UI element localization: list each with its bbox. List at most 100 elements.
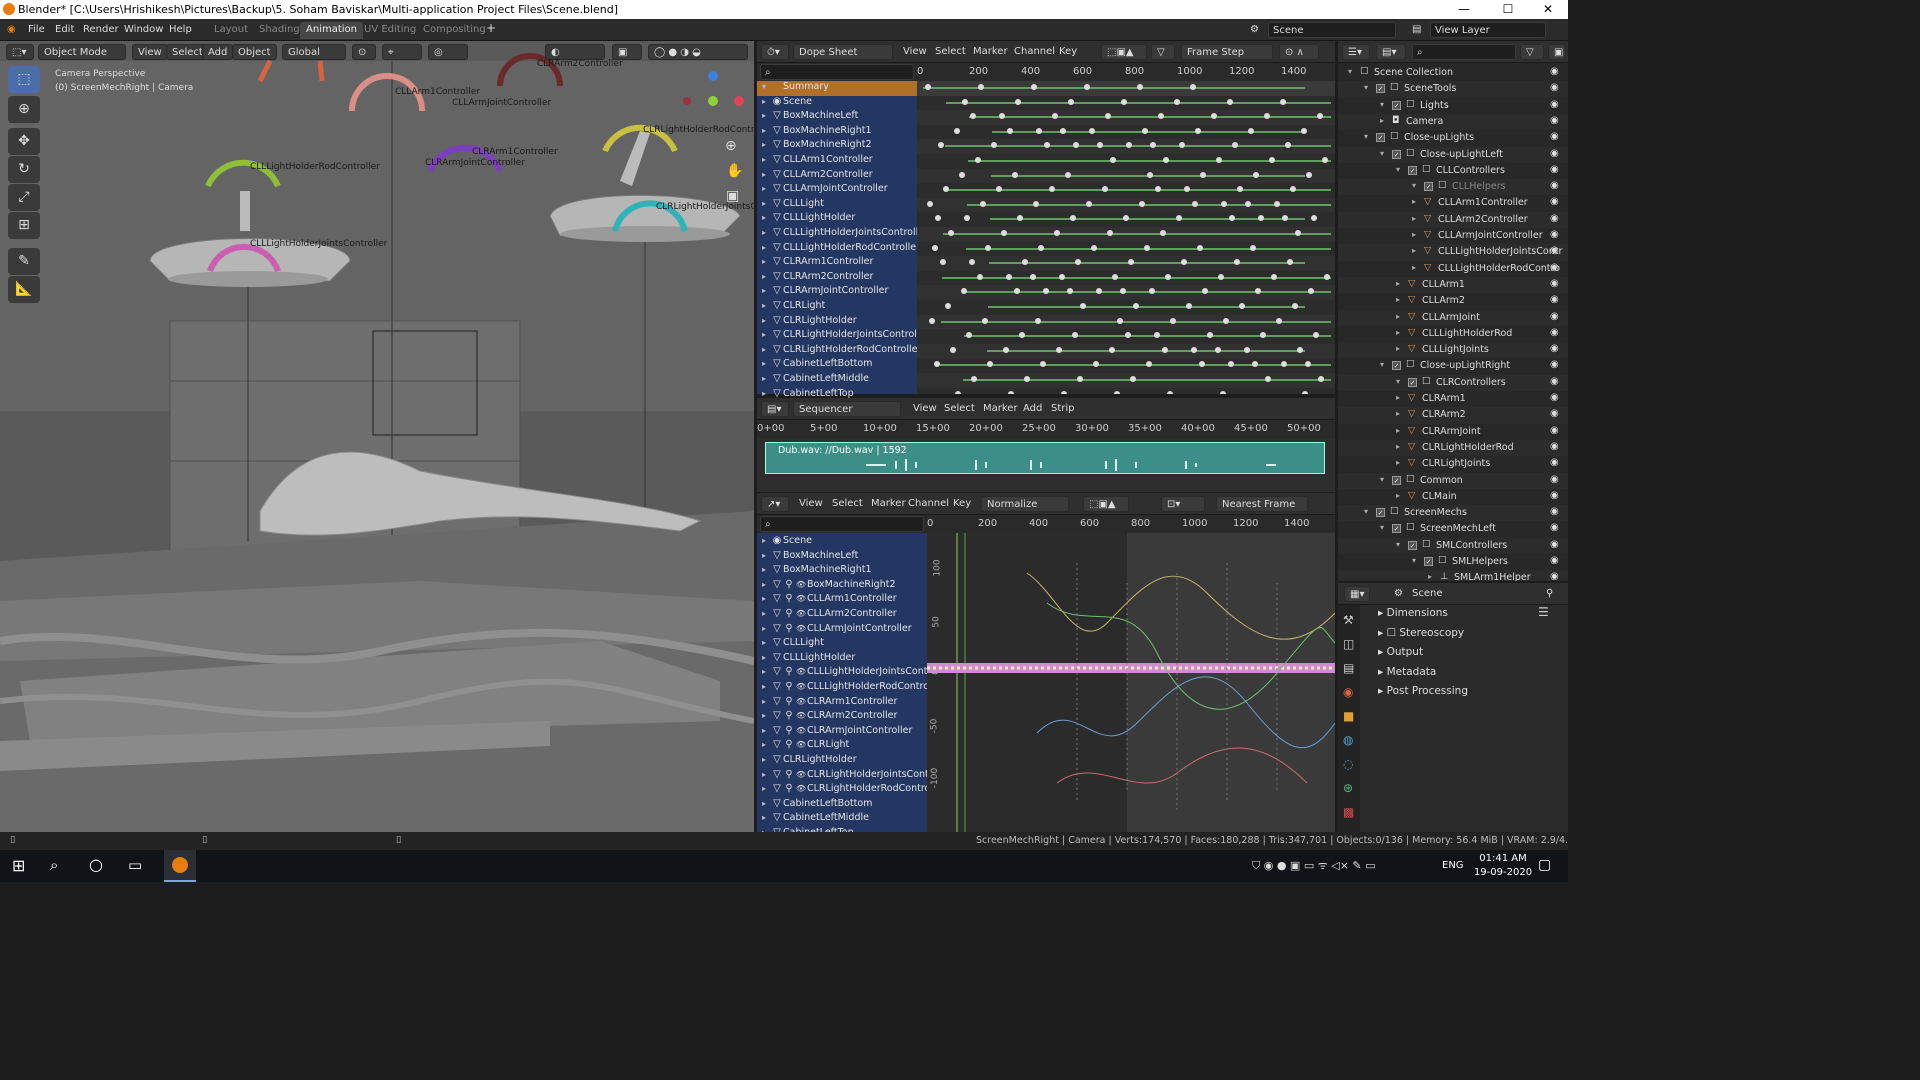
keyframe-icon[interactable] (932, 244, 938, 251)
visibility-eye-icon[interactable]: 👁 (795, 594, 807, 603)
dopesheet-menu-key[interactable]: Key (1059, 46, 1077, 57)
expand-arrow-icon[interactable]: ▸ (757, 638, 771, 647)
notification-icon[interactable]: ▢ (1538, 857, 1551, 873)
keyframe-icon[interactable] (1258, 215, 1264, 222)
keyframe-icon[interactable] (943, 186, 949, 193)
keyframe-icon[interactable] (1086, 200, 1092, 207)
visibility-eye-icon[interactable]: ◉ (1550, 164, 1559, 175)
keyframe-icon[interactable] (940, 259, 946, 266)
expand-arrow-icon[interactable]: ▸ (757, 711, 771, 720)
keyframe-icon[interactable] (1006, 273, 1012, 280)
visibility-eye-icon[interactable]: ◉ (1550, 196, 1559, 207)
annotate-tool-icon[interactable]: ✎ (8, 248, 40, 275)
keyframe-icon[interactable] (1001, 230, 1007, 236)
keyframe-icon[interactable] (1133, 303, 1139, 309)
dopesheet-channel-row[interactable]: ▸ ▽ BoxMachineRight1 (757, 125, 917, 140)
keyframe-icon[interactable] (961, 288, 967, 295)
keyframe-icon[interactable] (1155, 186, 1161, 193)
outliner-item[interactable]: ▸ ▽ CLRArm2 ◉ (1338, 407, 1568, 424)
keyframe-icon[interactable] (1317, 113, 1323, 120)
outliner-expand-icon[interactable]: ▾ (1380, 149, 1384, 158)
keyframe-icon[interactable] (1012, 171, 1018, 178)
keyframe-icon[interactable] (1232, 142, 1238, 149)
keyframe-icon[interactable] (1253, 171, 1259, 178)
visibility-eye-icon[interactable]: ◉ (1550, 245, 1559, 256)
expand-arrow-icon[interactable]: ▸ (757, 199, 771, 208)
view-layer-selector[interactable]: View Layer (1430, 22, 1546, 38)
outliner-expand-icon[interactable]: ▸ (1396, 328, 1400, 337)
outliner-item[interactable]: ▸ ▽ CLLArm2 ◉ (1338, 293, 1568, 309)
keyframe-icon[interactable] (1218, 273, 1224, 280)
dopesheet-menu-select[interactable]: Select (935, 46, 966, 57)
collection-checkbox[interactable]: ✓ (1376, 133, 1385, 143)
expand-arrow-icon[interactable]: ▸ (757, 740, 771, 749)
clock-time[interactable]: 01:41 AM (1475, 853, 1531, 864)
tab-world-icon[interactable]: ◍ (1343, 733, 1353, 747)
outliner-item[interactable]: ▾ ✓ ☐ CLLHelpers ◉ (1338, 179, 1568, 196)
keyframe-icon[interactable] (1170, 317, 1176, 324)
keyframe-icon[interactable] (1199, 361, 1205, 368)
outliner-expand-icon[interactable]: ▸ (1412, 230, 1416, 239)
modifier-icon[interactable]: ⚲ (783, 725, 795, 736)
modifier-icon[interactable]: ⚲ (783, 696, 795, 707)
visibility-eye-icon[interactable]: ◉ (1550, 131, 1559, 142)
keyframe-icon[interactable] (982, 317, 988, 324)
keyframe-icon[interactable] (1186, 303, 1192, 309)
keyframe-icon[interactable] (1269, 157, 1275, 163)
collection-checkbox[interactable]: ✓ (1408, 540, 1417, 550)
tab-compositing[interactable]: Compositing (417, 22, 492, 39)
keyframe-icon[interactable] (1093, 361, 1099, 368)
expand-arrow-icon[interactable]: ▸ (757, 272, 771, 281)
graph-search-input[interactable]: ⌕ (760, 516, 924, 532)
keyframe-icon[interactable] (1130, 376, 1136, 382)
outliner-item[interactable]: ▸ ⊥ SMLArm1Helper ◉ (1338, 570, 1568, 581)
visibility-eye-icon[interactable]: 👁 (795, 667, 807, 676)
visibility-eye-icon[interactable]: ◉ (1550, 262, 1559, 273)
expand-arrow-icon[interactable]: ▸ (757, 594, 771, 603)
keyframe-icon[interactable] (1223, 317, 1229, 324)
keyframe-icon[interactable] (1038, 244, 1044, 251)
outliner-item[interactable]: ▸ ▽ CLLLightHolderJointsContr ◉ (1338, 244, 1568, 261)
expand-arrow-icon[interactable]: ▸ (757, 97, 771, 106)
keyframe-icon[interactable] (1142, 127, 1148, 134)
modifier-icon[interactable]: ⚲ (783, 681, 795, 692)
outliner-expand-icon[interactable]: ▾ (1380, 523, 1384, 532)
outliner-item[interactable]: ▸ ▽ CLRLightJoints ◉ (1338, 456, 1568, 472)
keyframe-icon[interactable] (1271, 273, 1277, 280)
expand-arrow-icon[interactable]: ▸ (757, 755, 771, 764)
outliner-expand-icon[interactable]: ▸ (1396, 409, 1400, 418)
graph-channel-row[interactable]: ▸ ▽ CLLLightHolder (757, 652, 927, 667)
modifier-icon[interactable]: ⚲ (783, 769, 795, 780)
visibility-eye-icon[interactable]: ◉ (1550, 425, 1559, 436)
dopesheet-snap-selector[interactable]: Frame Step (1181, 44, 1273, 60)
keyframe-icon[interactable] (935, 215, 941, 222)
collection-checkbox[interactable]: ✓ (1376, 84, 1385, 94)
snap-icon[interactable]: ⌖ (382, 44, 422, 60)
keyframe-icon[interactable] (1239, 303, 1245, 309)
visibility-eye-icon[interactable]: 👁 (795, 711, 807, 720)
expand-arrow-icon[interactable]: ▸ (757, 784, 771, 793)
keyframe-icon[interactable] (1061, 390, 1067, 394)
keyframe-icon[interactable] (966, 332, 972, 339)
graph-channel-row[interactable]: ▸ ▽ ⚲ 👁CLRLight (757, 739, 927, 754)
expand-arrow-icon[interactable]: ▸ (757, 653, 771, 662)
keyframe-icon[interactable] (996, 186, 1002, 193)
new-collection-icon[interactable]: ▣ (1548, 44, 1566, 60)
keyframe-icon[interactable] (1191, 346, 1197, 353)
graph-menu-key[interactable]: Key (953, 498, 971, 509)
visibility-eye-icon[interactable]: ◉ (1550, 327, 1559, 338)
expand-arrow-icon[interactable]: ▸ (757, 726, 771, 735)
dopesheet-channel-row[interactable]: ▸ ▽ CLLLightHolderJointsController (757, 227, 917, 242)
dopesheet-filter-funnel-icon[interactable]: ▽ (1151, 44, 1175, 60)
expand-arrow-icon[interactable]: ▸ (757, 813, 771, 822)
keyframe-icon[interactable] (1040, 361, 1046, 368)
expand-arrow-icon[interactable]: ▸ (757, 316, 771, 325)
expand-arrow-icon[interactable]: ▸ (757, 536, 771, 545)
keyframe-icon[interactable] (1260, 332, 1266, 339)
menu-window[interactable]: Window (124, 24, 163, 35)
keyframe-icon[interactable] (1234, 259, 1240, 266)
outliner-editor-type-icon[interactable]: ☰▾ (1342, 44, 1370, 60)
keyframe-icon[interactable] (1067, 288, 1073, 295)
mode-selector[interactable]: Object Mode (38, 44, 126, 60)
keyframe-icon[interactable] (1149, 288, 1155, 295)
